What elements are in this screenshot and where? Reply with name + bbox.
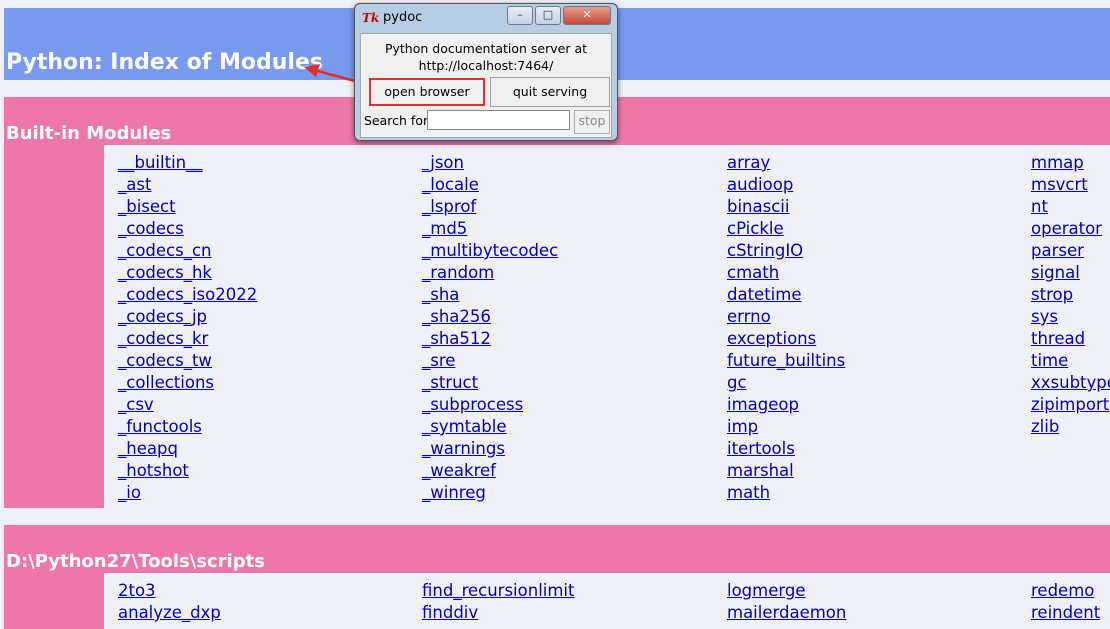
scripts-column-2: find_recursionlimit finddiv <box>422 580 575 624</box>
module-link[interactable]: array <box>727 152 845 174</box>
module-link[interactable]: _io <box>118 482 257 504</box>
module-link[interactable]: audioop <box>727 174 845 196</box>
module-link[interactable]: find_recursionlimit <box>422 580 575 602</box>
builtin-column-4: mmap msvcrt nt operator parser signal strop sys… <box>1031 152 1110 438</box>
module-link[interactable]: future_builtins <box>727 350 845 372</box>
module-link[interactable]: gc <box>727 372 845 394</box>
module-link[interactable]: _csv <box>118 394 257 416</box>
module-link[interactable]: _sha <box>422 284 558 306</box>
minimize-icon[interactable]: – <box>507 6 533 25</box>
module-link[interactable]: parser <box>1031 240 1110 262</box>
module-link[interactable]: reindent <box>1031 602 1100 624</box>
module-link[interactable]: cmath <box>727 262 845 284</box>
module-link[interactable]: _struct <box>422 372 558 394</box>
scripts-section-title: D:\Python27\Tools\scripts <box>6 551 265 572</box>
open-browser-button[interactable]: open browser <box>369 78 485 106</box>
module-link[interactable]: _collections <box>118 372 257 394</box>
close-icon[interactable]: ✕ <box>563 6 611 25</box>
module-link[interactable]: _codecs_cn <box>118 240 257 262</box>
module-link[interactable]: 2to3 <box>118 580 221 602</box>
module-link[interactable]: _ast <box>118 174 257 196</box>
module-link[interactable]: math <box>727 482 845 504</box>
module-link[interactable]: _lsprof <box>422 196 558 218</box>
pydoc-window: Tk pydoc – □ ✕ Python documentation serv… <box>354 3 618 141</box>
module-link[interactable]: mmap <box>1031 152 1110 174</box>
module-link[interactable]: _codecs <box>118 218 257 240</box>
module-link[interactable]: zipimport <box>1031 394 1110 416</box>
module-link[interactable]: _winreg <box>422 482 558 504</box>
module-link[interactable]: _random <box>422 262 558 284</box>
module-link[interactable]: errno <box>727 306 845 328</box>
builtin-column-2: _json _locale _lsprof _md5 _multibytecodec _r… <box>422 152 558 504</box>
pydoc-body: Python documentation server at http://lo… <box>360 33 612 138</box>
module-link[interactable]: msvcrt <box>1031 174 1110 196</box>
module-link[interactable]: analyze_dxp <box>118 602 221 624</box>
module-link[interactable]: _subprocess <box>422 394 558 416</box>
module-link[interactable]: _warnings <box>422 438 558 460</box>
module-link[interactable]: exceptions <box>727 328 845 350</box>
server-message-line1: Python documentation server at <box>384 41 588 56</box>
module-link[interactable]: _codecs_tw <box>118 350 257 372</box>
search-label: Search for <box>364 113 429 128</box>
builtin-section-title: Built-in Modules <box>6 123 172 144</box>
module-link[interactable]: _codecs_hk <box>118 262 257 284</box>
module-link[interactable]: _multibytecodec <box>422 240 558 262</box>
module-link[interactable]: _sha256 <box>422 306 558 328</box>
builtin-column-1: __builtin__ _ast _bisect _codecs _codecs_cn _… <box>118 152 257 504</box>
window-title: pydoc <box>383 10 423 25</box>
module-link[interactable]: _sre <box>422 350 558 372</box>
pydoc-titlebar[interactable]: Tk pydoc – □ ✕ <box>355 4 617 31</box>
module-link[interactable]: nt <box>1031 196 1110 218</box>
module-link[interactable]: _json <box>422 152 558 174</box>
maximize-icon[interactable]: □ <box>535 6 561 25</box>
module-link[interactable]: _symtable <box>422 416 558 438</box>
module-link[interactable]: itertools <box>727 438 845 460</box>
module-link[interactable]: thread <box>1031 328 1110 350</box>
stop-button[interactable]: stop <box>574 110 610 134</box>
module-link[interactable]: redemo <box>1031 580 1100 602</box>
module-link[interactable]: _md5 <box>422 218 558 240</box>
module-link[interactable]: finddiv <box>422 602 575 624</box>
module-link[interactable]: logmerge <box>727 580 846 602</box>
builtin-column-3: array audioop binascii cPickle cStringIO cmat… <box>727 152 845 504</box>
module-link[interactable]: marshal <box>727 460 845 482</box>
scripts-column-3: logmerge mailerdaemon <box>727 580 846 624</box>
module-link[interactable]: xxsubtype <box>1031 372 1110 394</box>
module-link[interactable]: zlib <box>1031 416 1110 438</box>
module-link[interactable]: sys <box>1031 306 1110 328</box>
server-message: Python documentation server at http://lo… <box>361 40 611 74</box>
builtin-section-gutter <box>4 145 104 508</box>
module-link[interactable]: _weakref <box>422 460 558 482</box>
module-link[interactable]: _heapq <box>118 438 257 460</box>
module-link[interactable]: time <box>1031 350 1110 372</box>
module-link[interactable]: imp <box>727 416 845 438</box>
scripts-column-1: 2to3 analyze_dxp <box>118 580 221 624</box>
module-link[interactable]: cStringIO <box>727 240 845 262</box>
server-url: http://localhost:7464/ <box>418 58 554 73</box>
module-link[interactable]: binascii <box>727 196 845 218</box>
module-link[interactable]: _bisect <box>118 196 257 218</box>
page-title: Python: Index of Modules <box>6 50 323 75</box>
module-link[interactable]: _locale <box>422 174 558 196</box>
module-link[interactable]: mailerdaemon <box>727 602 846 624</box>
search-input[interactable] <box>427 110 570 130</box>
module-link[interactable]: _hotshot <box>118 460 257 482</box>
module-link[interactable]: __builtin__ <box>118 152 257 174</box>
module-link[interactable]: datetime <box>727 284 845 306</box>
module-link[interactable]: _sha512 <box>422 328 558 350</box>
scripts-section-gutter <box>4 573 104 629</box>
tk-logo-icon: Tk <box>362 11 380 25</box>
module-link[interactable]: operator <box>1031 218 1110 240</box>
module-link[interactable]: imageop <box>727 394 845 416</box>
module-link[interactable]: _codecs_jp <box>118 306 257 328</box>
scripts-column-4: redemo reindent <box>1031 580 1100 624</box>
module-link[interactable]: _codecs_iso2022 <box>118 284 257 306</box>
module-link[interactable]: _codecs_kr <box>118 328 257 350</box>
module-link[interactable]: signal <box>1031 262 1110 284</box>
module-link[interactable]: cPickle <box>727 218 845 240</box>
module-link[interactable]: strop <box>1031 284 1110 306</box>
quit-serving-button[interactable]: quit serving <box>490 77 610 107</box>
module-link[interactable]: _functools <box>118 416 257 438</box>
